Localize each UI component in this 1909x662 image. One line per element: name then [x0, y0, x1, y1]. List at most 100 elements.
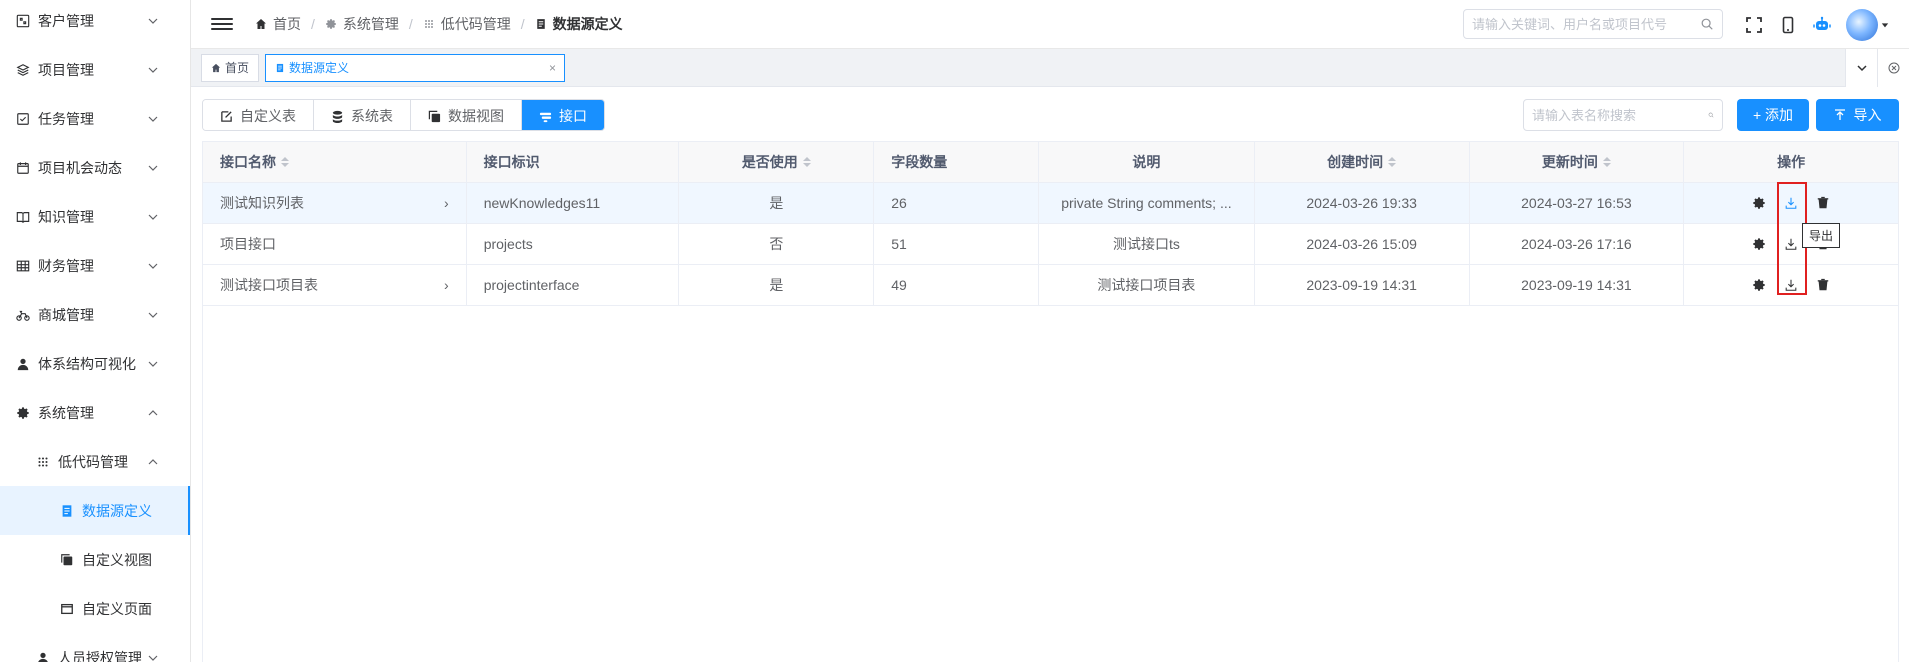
trash-icon[interactable]: [1812, 274, 1834, 296]
breadcrumb-lowcode[interactable]: 低代码管理: [423, 14, 511, 34]
hamburger-menu-icon[interactable]: [211, 13, 233, 35]
table-row[interactable]: 测试接口项目表 › projectinterface 是 49 测试接口项目表 2…: [203, 265, 1898, 306]
cell-text: 是: [769, 195, 784, 211]
global-search-input[interactable]: [1472, 16, 1700, 32]
breadcrumb-home[interactable]: 首页: [255, 14, 301, 34]
api-table: 接口名称 接口标识 是否使用 字段数量 说明 创建时间 更新时间 操作 测试知识…: [202, 141, 1899, 662]
table-row[interactable]: 项目接口 projects 否 51 测试接口ts 2024-03-26 15:…: [203, 224, 1898, 265]
sort-icon[interactable]: [1388, 157, 1397, 167]
tag-label: 首页: [225, 61, 250, 75]
column-label: 说明: [1132, 154, 1161, 170]
chevron-down-icon[interactable]: [1845, 49, 1877, 87]
home-icon: [211, 63, 221, 72]
gear-icon: [16, 406, 30, 420]
chevron-up-icon: [148, 408, 158, 418]
close-icon[interactable]: ×: [549, 61, 556, 75]
calendar-icon: [16, 161, 30, 175]
table-header: 接口名称 接口标识 是否使用 字段数量 说明 创建时间 更新时间 操作: [203, 142, 1898, 183]
sort-icon[interactable]: [802, 157, 811, 167]
table-row[interactable]: 测试知识列表 › newKnowledges11 是 26 private Str…: [203, 183, 1898, 224]
trash-icon[interactable]: [1812, 192, 1834, 214]
tab-custom-table[interactable]: 自定义表: [203, 100, 314, 130]
sort-icon[interactable]: [281, 157, 289, 167]
column-header[interactable]: 是否使用: [679, 142, 875, 182]
sidebar-item-label: 知识管理: [38, 208, 94, 225]
search-icon[interactable]: [1700, 17, 1714, 31]
settings-gear-icon[interactable]: [1748, 233, 1770, 255]
tags-actions: [1845, 49, 1909, 87]
sidebar-item-datasource[interactable]: 数据源定义: [0, 486, 190, 535]
window-icon: [60, 602, 74, 616]
cell-name: 测试知识列表 ›: [203, 183, 467, 223]
breadcrumb: 首页 / 系统管理 / 低代码管理 / 数据源定义: [255, 14, 623, 34]
sidebar-item-custom-page[interactable]: 自定义页面: [0, 584, 190, 633]
cell-fields: 49: [874, 265, 1040, 305]
table-search-input[interactable]: [1532, 107, 1708, 123]
chevron-down-icon: [148, 261, 158, 271]
sidebar-item-tasks[interactable]: 任务管理: [0, 94, 190, 143]
sort-icon[interactable]: [1602, 157, 1611, 167]
sidebar-item-mall[interactable]: 商城管理: [0, 290, 190, 339]
chevron-right-icon[interactable]: ›: [444, 277, 449, 293]
table-search: [1523, 99, 1723, 131]
copy-icon: [60, 553, 74, 567]
export-download-icon[interactable]: [1780, 274, 1802, 296]
layers-icon: [16, 63, 30, 77]
cell-text: 26: [891, 195, 907, 211]
cell-text: 是: [769, 277, 784, 293]
breadcrumb-separator: /: [520, 16, 525, 32]
caret-down-icon: [1881, 22, 1889, 27]
breadcrumb-label: 系统管理: [342, 16, 399, 32]
column-header[interactable]: 更新时间: [1470, 142, 1685, 182]
fullscreen-icon[interactable]: [1744, 15, 1764, 35]
cell-text: private String comments; ...: [1061, 195, 1232, 211]
sidebar-item-customers[interactable]: 客户管理: [0, 0, 190, 45]
chevron-down-icon: [148, 65, 158, 75]
sidebar-item-projects[interactable]: 项目管理: [0, 45, 190, 94]
close-circle-icon[interactable]: [1877, 49, 1909, 87]
global-search: [1463, 9, 1723, 39]
cell-created: 2024-03-26 19:33: [1255, 183, 1470, 223]
export-download-icon[interactable]: [1780, 233, 1802, 255]
chevron-right-icon[interactable]: ›: [444, 195, 449, 211]
dots-grid-icon: [36, 455, 50, 469]
tab-data-view[interactable]: 数据视图: [411, 100, 522, 130]
sidebar-item-authorization[interactable]: 人员授权管理: [0, 633, 190, 662]
sidebar-item-custom-view[interactable]: 自定义视图: [0, 535, 190, 584]
export-download-icon[interactable]: [1780, 192, 1802, 214]
tab-label: 数据视图: [448, 108, 504, 124]
task-icon: [16, 112, 30, 126]
sidebar-item-architecture[interactable]: 体系结构可视化: [0, 339, 190, 388]
sidebar-item-system[interactable]: 系统管理: [0, 388, 190, 437]
settings-gear-icon[interactable]: [1748, 274, 1770, 296]
robot-icon[interactable]: [1812, 15, 1832, 35]
column-header[interactable]: 接口名称: [203, 142, 467, 182]
export-tooltip: 导出: [1802, 223, 1841, 248]
sidebar-item-finance[interactable]: 财务管理: [0, 241, 190, 290]
settings-gear-icon[interactable]: [1748, 192, 1770, 214]
sidebar-item-lowcode[interactable]: 低代码管理: [0, 437, 190, 486]
database-icon: [332, 110, 343, 123]
tab-api[interactable]: 接口: [522, 100, 604, 130]
breadcrumb-system[interactable]: 系统管理: [325, 14, 399, 34]
tab-system-table[interactable]: 系统表: [314, 100, 411, 130]
cell-text: 2024-03-26 17:16: [1521, 236, 1632, 252]
search-icon[interactable]: [1708, 108, 1714, 122]
cell-text: 2024-03-26 19:33: [1306, 195, 1417, 211]
add-button[interactable]: + 添加: [1737, 99, 1809, 131]
mobile-icon[interactable]: [1778, 15, 1798, 35]
import-button[interactable]: 导入: [1816, 99, 1899, 131]
user-menu[interactable]: [1846, 8, 1889, 41]
cell-key: projects: [467, 224, 680, 264]
sidebar-item-label: 客户管理: [38, 12, 94, 29]
gear-icon: [326, 19, 336, 29]
cell-updated: 2023-09-19 14:31: [1470, 265, 1685, 305]
tab-label: 自定义表: [240, 108, 296, 124]
tag-datasource[interactable]: 数据源定义 ×: [265, 53, 566, 82]
sidebar-item-knowledge[interactable]: 知识管理: [0, 192, 190, 241]
tag-home[interactable]: 首页: [201, 53, 260, 82]
cell-text: 否: [769, 236, 784, 252]
cell-created: 2024-03-26 15:09: [1255, 224, 1470, 264]
column-header[interactable]: 创建时间: [1255, 142, 1470, 182]
sidebar-item-opportunity[interactable]: 项目机会动态: [0, 143, 190, 192]
